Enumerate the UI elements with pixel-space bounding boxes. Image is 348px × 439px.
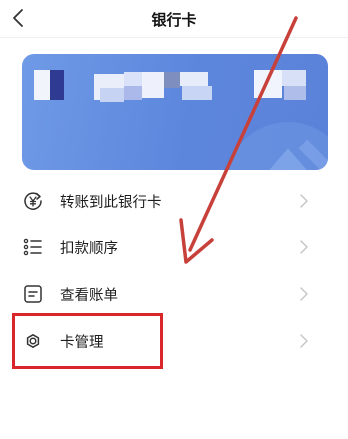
- blur-block: [282, 70, 306, 86]
- blur-block: [100, 88, 124, 102]
- chevron-right-icon: [300, 334, 308, 348]
- blur-block: [164, 72, 180, 88]
- menu-item-label: 查看账单: [60, 288, 118, 304]
- blur-block: [284, 86, 306, 100]
- bank-card[interactable]: [22, 54, 328, 170]
- blur-block: [254, 70, 282, 98]
- page-title: 银行卡: [151, 11, 197, 29]
- chevron-right-icon: [300, 194, 308, 208]
- menu-item-view-bill[interactable]: 查看账单: [0, 271, 348, 317]
- chevron-right-icon: [300, 240, 308, 254]
- blur-block: [180, 72, 208, 86]
- card-number-blurred: [22, 54, 328, 170]
- nav-divider: [0, 37, 348, 38]
- blur-block: [124, 72, 142, 86]
- blur-block: [182, 86, 212, 100]
- list-order-icon: [23, 238, 42, 256]
- menu-item-label: 转账到此银行卡: [60, 195, 162, 211]
- chevron-right-icon: [300, 287, 308, 301]
- transfer-yen-icon: [24, 192, 42, 210]
- blur-block: [142, 72, 164, 98]
- blur-block: [34, 70, 50, 100]
- menu-item-debit-order[interactable]: 扣款顺序: [0, 224, 348, 270]
- menu-item-transfer[interactable]: 转账到此银行卡: [0, 178, 348, 224]
- menu-item-label: 扣款顺序: [60, 241, 118, 257]
- highlight-box-annotation: [12, 313, 163, 369]
- blur-block: [124, 86, 142, 100]
- blur-block: [50, 70, 64, 100]
- top-nav-bar: 银行卡: [0, 0, 348, 36]
- bill-icon: [24, 285, 42, 303]
